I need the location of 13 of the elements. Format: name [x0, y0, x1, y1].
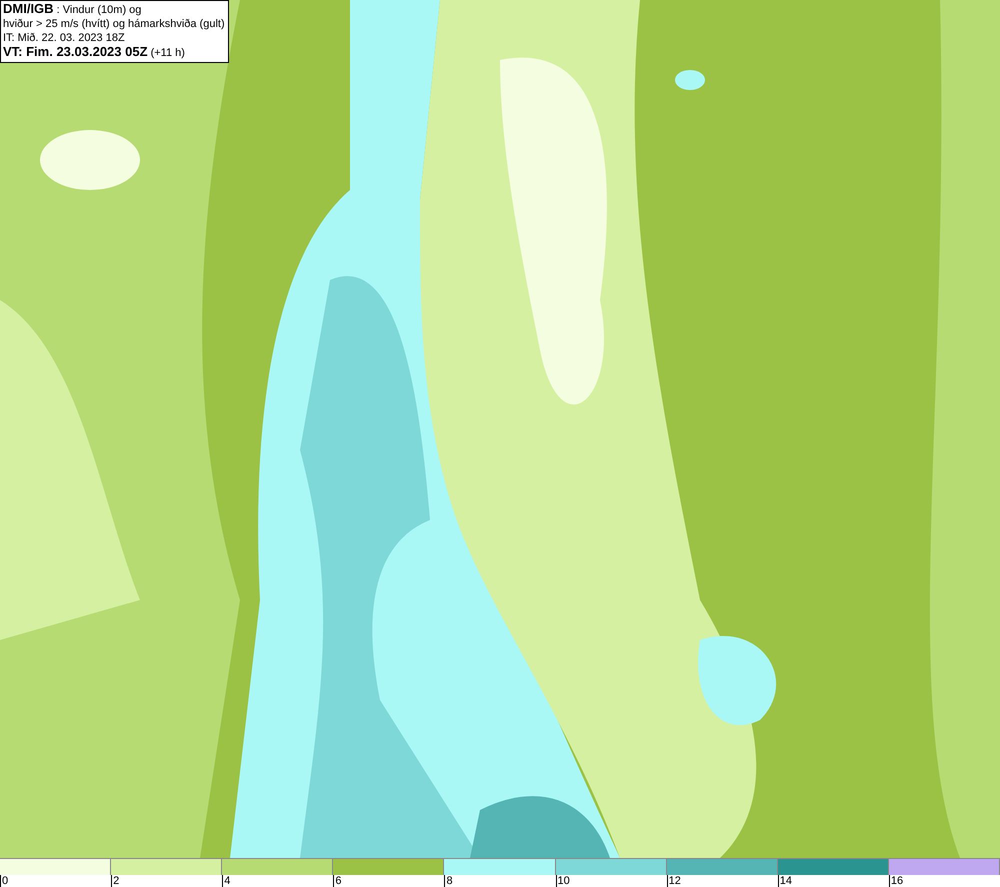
legend-label: 0 [0, 875, 8, 887]
legend-label: 14 [778, 875, 792, 887]
legend-label: 4 [222, 875, 230, 887]
legend-label: 2 [111, 875, 120, 887]
legend-label: 10 [556, 875, 570, 887]
legend-label: 8 [444, 875, 453, 887]
title-text: hviður > 25 m/s (hvítt) og hámarkshviða (gult) [3, 17, 225, 31]
title-text: VT: Fim. 23.03.2023 05Z (+11 h) [3, 45, 186, 60]
title-text: DMI/IGB : Vindur (10m) og [3, 2, 142, 17]
title-text: IT: Mið. 22. 03. 2023 18Z [3, 31, 126, 45]
legend-label: 12 [666, 875, 681, 887]
legend-label: 6 [333, 875, 342, 887]
legend-label: 16 [888, 875, 904, 887]
